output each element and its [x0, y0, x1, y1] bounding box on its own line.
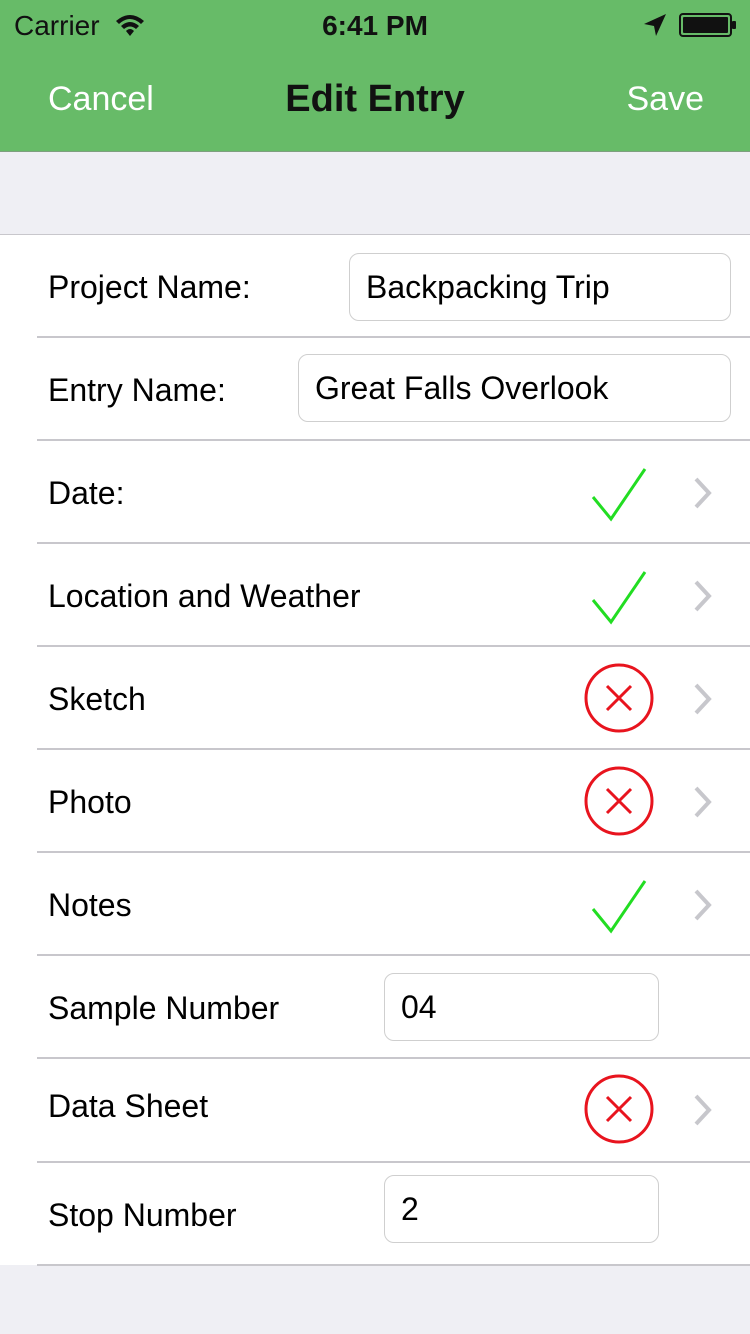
location-arrow-icon — [644, 14, 666, 36]
save-button[interactable]: Save — [627, 80, 705, 119]
chevron-right-icon — [694, 889, 712, 921]
location-weather-row[interactable]: Location and Weather — [0, 544, 750, 647]
row-divider — [37, 1264, 750, 1266]
notes-label: Notes — [48, 887, 132, 923]
stop-number-label: Stop Number — [48, 1197, 237, 1233]
chevron-right-icon — [694, 580, 712, 612]
stop-number-field[interactable]: 2 — [384, 1175, 659, 1243]
x-circle-icon — [584, 766, 654, 836]
photo-label: Photo — [48, 784, 132, 820]
status-time: 6:41 PM — [322, 10, 428, 41]
entry-name-field[interactable]: Great Falls Overlook — [298, 354, 731, 422]
project-name-label: Project Name: — [48, 269, 251, 305]
status-bar: Carrier 6:41 PM — [0, 0, 750, 48]
x-circle-icon — [584, 1074, 654, 1144]
entry-name-row: Entry Name: Great Falls Overlook — [0, 338, 750, 441]
sample-number-field[interactable]: 04 — [384, 973, 659, 1041]
checkmark-icon — [591, 571, 647, 625]
location-weather-label: Location and Weather — [48, 578, 361, 614]
x-circle-icon — [584, 663, 654, 733]
stop-number-row: Stop Number 2 — [0, 1163, 750, 1266]
date-label: Date: — [48, 475, 125, 511]
entry-name-label: Entry Name: — [48, 372, 226, 408]
date-row[interactable]: Date: — [0, 441, 750, 544]
project-name-row: Project Name: Backpacking Trip — [0, 235, 750, 338]
sketch-row[interactable]: Sketch — [0, 647, 750, 750]
chevron-right-icon — [694, 477, 712, 509]
sample-number-row: Sample Number 04 — [0, 956, 750, 1059]
entry-form-table: Project Name: Backpacking Trip Entry Nam… — [0, 234, 750, 1266]
project-name-field[interactable]: Backpacking Trip — [349, 253, 731, 321]
checkmark-icon — [591, 468, 647, 522]
chevron-right-icon — [694, 683, 712, 715]
navigation-bar: Carrier 6:41 PM Cancel Edit Entry Save — [0, 0, 750, 152]
chevron-right-icon — [694, 1094, 712, 1126]
sketch-label: Sketch — [48, 681, 146, 717]
data-sheet-row[interactable]: Data Sheet — [0, 1059, 750, 1163]
chevron-right-icon — [694, 786, 712, 818]
photo-row[interactable]: Photo — [0, 750, 750, 853]
notes-row[interactable]: Notes — [0, 853, 750, 956]
checkmark-icon — [591, 880, 647, 934]
battery-icon — [679, 13, 736, 37]
data-sheet-label: Data Sheet — [48, 1088, 209, 1124]
sample-number-label: Sample Number — [48, 990, 280, 1026]
